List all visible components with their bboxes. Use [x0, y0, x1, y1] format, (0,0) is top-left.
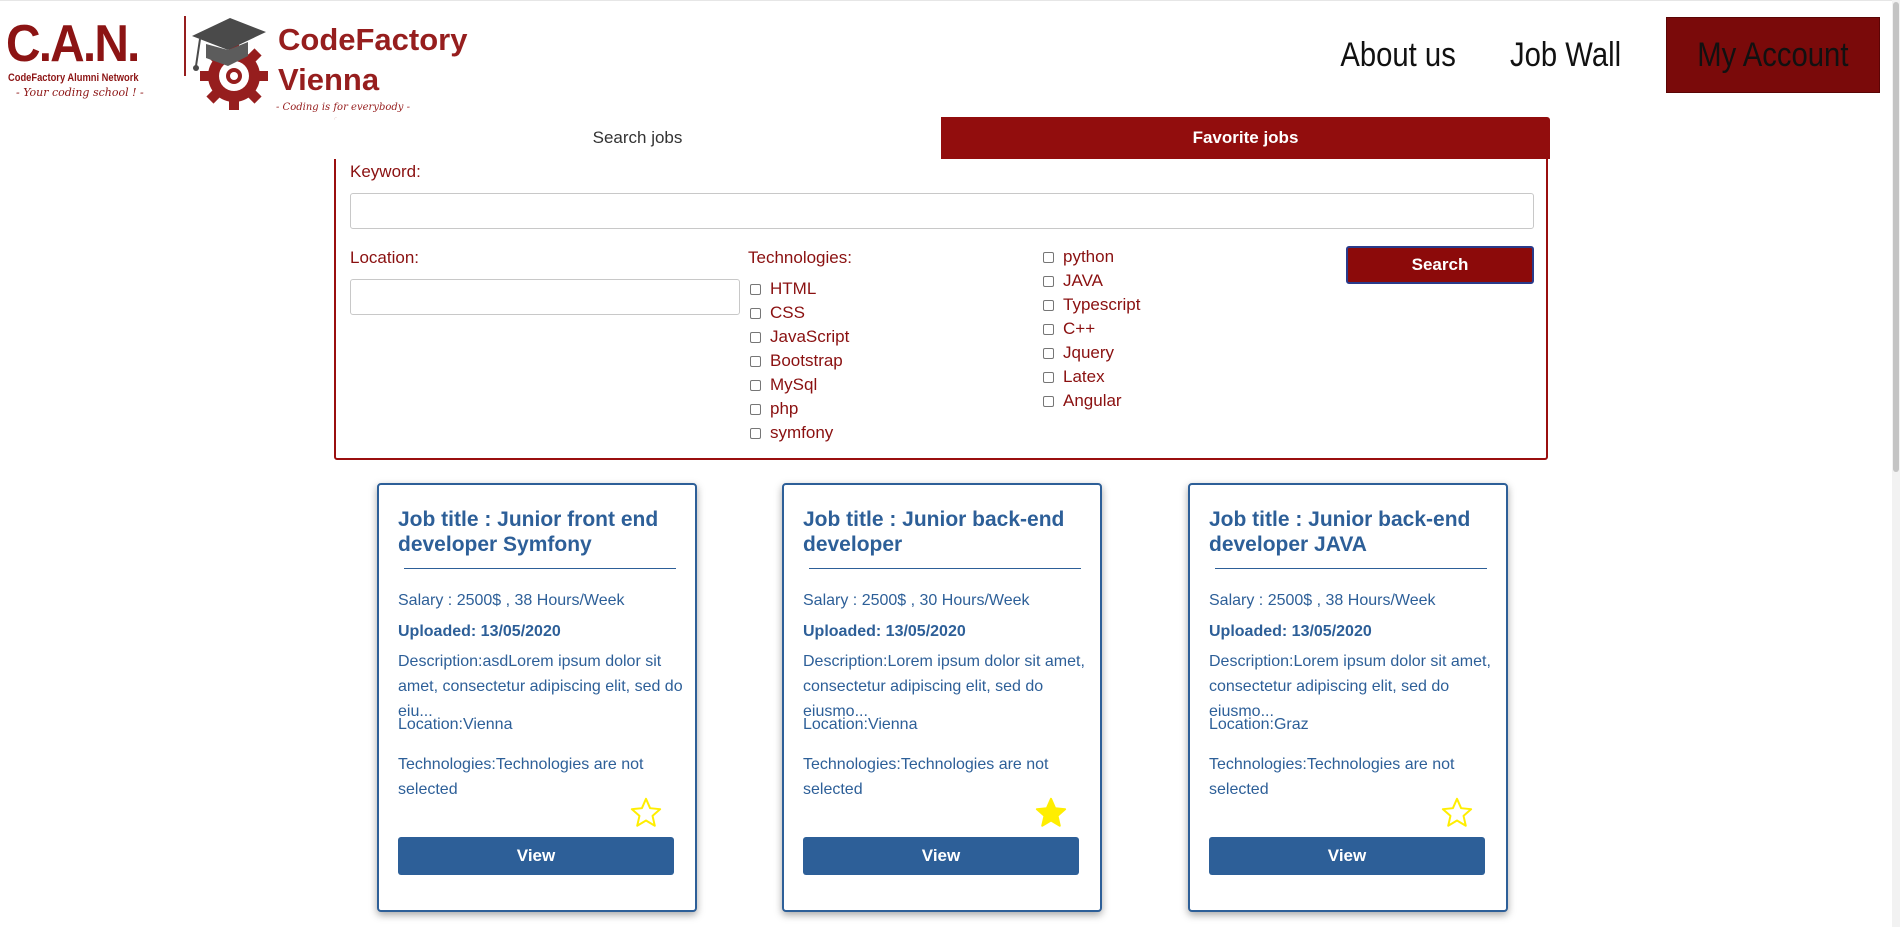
tech-label: C++ — [1063, 319, 1096, 338]
job-title: Job title : Junior back-end developer JA… — [1209, 508, 1471, 556]
tech-checkbox-mysql[interactable]: MySql — [750, 375, 817, 395]
checkbox-box[interactable] — [1043, 275, 1054, 287]
tech-checkbox-python[interactable]: python — [1043, 247, 1114, 267]
tech-label: Jquery — [1063, 343, 1115, 362]
favorite-star-icon[interactable] — [629, 796, 663, 830]
page-scrollbar[interactable] — [1892, 0, 1900, 927]
job-title: Job title : Junior front end developer S… — [398, 508, 659, 556]
can-logo-subtitle: CodeFactory Alumni Network — [8, 72, 139, 84]
codefactory-name-line2: Vienna — [278, 62, 380, 97]
tech-checkbox-cpp[interactable]: C++ — [1043, 319, 1095, 339]
tech-label: symfony — [770, 423, 834, 442]
nav-about-us[interactable]: About us — [1325, 18, 1471, 92]
title-divider — [809, 568, 1081, 569]
nav-my-account[interactable]: My Account — [1666, 17, 1880, 93]
nav-job-wall[interactable]: Job Wall — [1495, 18, 1637, 92]
tech-label: Angular — [1063, 391, 1122, 410]
checkbox-box[interactable] — [750, 283, 761, 295]
checkbox-box[interactable] — [750, 427, 761, 439]
job-technologies: Technologies:Technologies are not select… — [1209, 756, 1455, 798]
job-location: Location:Vienna — [803, 716, 918, 733]
tech-label: JAVA — [1063, 271, 1103, 290]
checkbox-box[interactable] — [750, 307, 761, 319]
tech-checkbox-bootstrap[interactable]: Bootstrap — [750, 351, 843, 371]
search-panel: Search jobs Favorite jobs Keyword: Locat… — [334, 117, 1550, 460]
location-input[interactable] — [350, 279, 740, 315]
checkbox-box[interactable] — [1043, 347, 1054, 359]
checkbox-box[interactable] — [1043, 395, 1054, 407]
checkbox-box[interactable] — [750, 379, 761, 391]
can-logo-title: C.A.N. — [6, 15, 140, 73]
codefactory-name-line1: CodeFactory — [278, 22, 468, 57]
checkbox-box[interactable] — [750, 403, 761, 415]
title-divider — [1215, 568, 1487, 569]
tech-label: CSS — [770, 303, 805, 322]
tech-checkbox-java[interactable]: JAVA — [1043, 271, 1103, 291]
job-card: Job title : Junior back-end developer JA… — [1188, 483, 1508, 912]
technologies-label: Technologies: — [748, 248, 852, 267]
tech-checkbox-jquery[interactable]: Jquery — [1043, 343, 1114, 363]
tech-label: JavaScript — [770, 327, 850, 346]
favorite-star-filled-icon[interactable] — [1034, 796, 1068, 830]
checkbox-box[interactable] — [1043, 371, 1054, 383]
job-location: Location:Graz — [1209, 716, 1309, 733]
keyword-input[interactable] — [350, 193, 1534, 229]
tech-checkbox-typescript[interactable]: Typescript — [1043, 295, 1140, 315]
search-button[interactable]: Search — [1346, 246, 1534, 284]
job-uploaded: Uploaded: 13/05/2020 — [1209, 623, 1372, 640]
tech-label: php — [770, 399, 799, 418]
top-border — [0, 0, 1900, 1]
checkbox-box[interactable] — [1043, 251, 1054, 263]
codefactory-tagline: - Coding is for everybody - — [276, 102, 410, 113]
job-salary: Salary : 2500$ , 38 Hours/Week — [398, 592, 625, 609]
tech-checkbox-php[interactable]: php — [750, 399, 798, 419]
checkbox-box[interactable] — [750, 331, 761, 343]
job-technologies: Technologies:Technologies are not select… — [398, 756, 644, 798]
scrollbar-thumb[interactable] — [1893, 2, 1899, 472]
job-location: Location:Vienna — [398, 716, 513, 733]
checkbox-box[interactable] — [1043, 323, 1054, 335]
tech-checkbox-latex[interactable]: Latex — [1043, 367, 1105, 387]
tech-label: Latex — [1063, 367, 1105, 386]
codefactory-logo[interactable]: CodeFactory Vienna - Coding is for every… — [182, 14, 467, 118]
view-button[interactable]: View — [1209, 837, 1485, 875]
view-button[interactable]: View — [803, 837, 1079, 875]
tech-checkbox-symfony[interactable]: symfony — [750, 423, 833, 443]
job-card: Job title : Junior back-end developer Sa… — [782, 483, 1102, 912]
checkbox-box[interactable] — [1043, 299, 1054, 311]
job-title: Job title : Junior back-end developer — [803, 508, 1065, 556]
job-salary: Salary : 2500$ , 30 Hours/Week — [803, 592, 1030, 609]
checkbox-box[interactable] — [750, 355, 761, 367]
tech-label: MySql — [770, 375, 818, 394]
can-logo[interactable]: C.A.N. CodeFactory Alumni Network - Your… — [6, 16, 144, 106]
job-salary: Salary : 2500$ , 38 Hours/Week — [1209, 592, 1436, 609]
tech-label: Typescript — [1063, 295, 1141, 314]
nav-my-account-label: My Account — [1697, 36, 1849, 74]
location-label: Location: — [350, 248, 419, 267]
keyword-label: Keyword: — [350, 162, 421, 181]
job-card: Job title : Junior front end developer S… — [377, 483, 697, 912]
tab-search-jobs[interactable]: Search jobs — [334, 117, 941, 159]
tech-checkbox-html[interactable]: HTML — [750, 279, 816, 299]
main-nav: About us Job Wall My Account — [1313, 17, 1880, 93]
job-uploaded: Uploaded: 13/05/2020 — [398, 623, 561, 640]
can-logo-tagline: - Your coding school ! - — [16, 86, 144, 99]
tech-label: HTML — [770, 279, 817, 298]
job-uploaded: Uploaded: 13/05/2020 — [803, 623, 966, 640]
favorite-star-icon[interactable] — [1440, 796, 1474, 830]
job-technologies: Technologies:Technologies are not select… — [803, 756, 1049, 798]
tech-label: Bootstrap — [770, 351, 843, 370]
tech-checkbox-javascript[interactable]: JavaScript — [750, 327, 849, 347]
tech-label: python — [1063, 247, 1115, 266]
graduation-gear-icon — [184, 16, 268, 110]
tech-checkbox-angular[interactable]: Angular — [1043, 391, 1122, 411]
tech-checkbox-css[interactable]: CSS — [750, 303, 805, 323]
tab-favorite-jobs[interactable]: Favorite jobs — [941, 117, 1550, 159]
view-button[interactable]: View — [398, 837, 674, 875]
title-divider — [404, 568, 676, 569]
